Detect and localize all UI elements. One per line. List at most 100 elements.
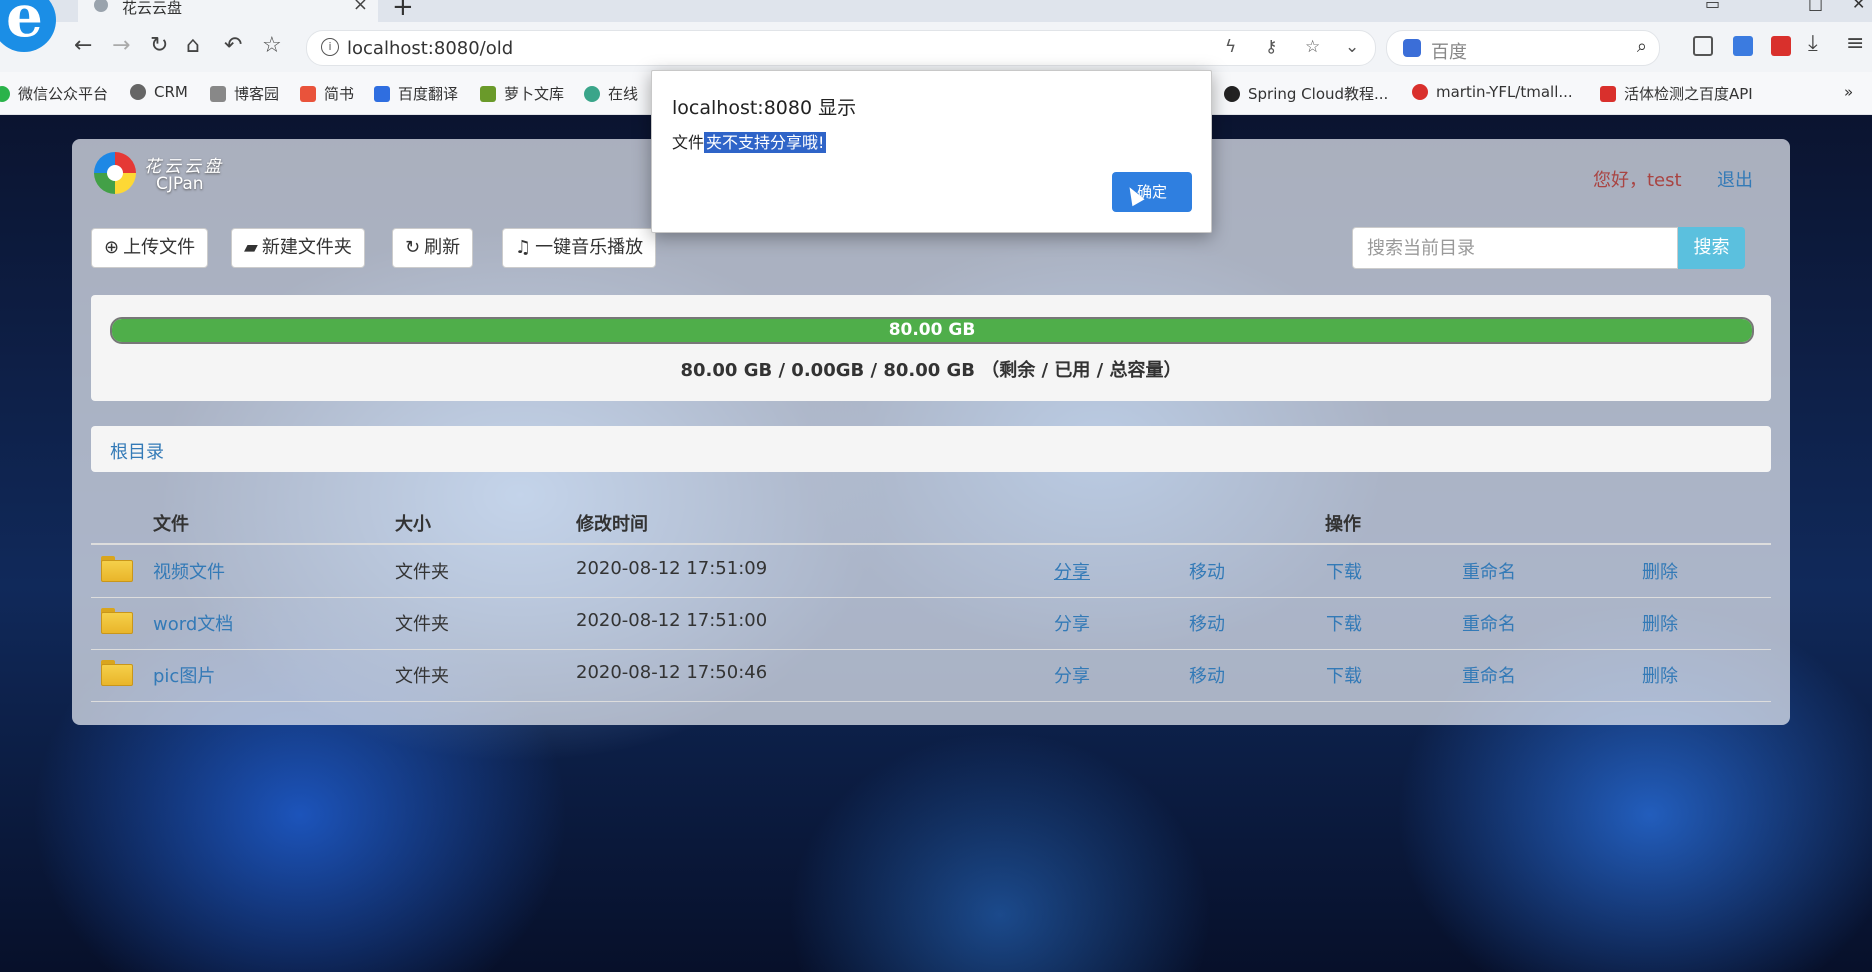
dialog-message-text: 文件: [672, 133, 705, 152]
bookmark-item[interactable]: 萝卜文库: [480, 83, 564, 104]
bookmark-item[interactable]: 微信公众平台: [0, 83, 108, 104]
github-icon: [1224, 86, 1240, 102]
chevron-down-icon[interactable]: ⌄: [1345, 37, 1359, 57]
file-name-link[interactable]: 视频文件: [153, 558, 225, 584]
address-text[interactable]: localhost:8080/old: [347, 38, 513, 59]
lightning-icon[interactable]: ϟ: [1225, 37, 1236, 57]
move-link[interactable]: 移动: [1189, 610, 1225, 636]
delete-link[interactable]: 删除: [1642, 558, 1678, 584]
share-link[interactable]: 分享: [1054, 610, 1090, 636]
move-link[interactable]: 移动: [1189, 662, 1225, 688]
bookmark-item[interactable]: 简书: [300, 83, 354, 104]
column-header-modified: 修改时间: [576, 514, 648, 535]
bookmark-item[interactable]: 博客园: [210, 83, 279, 104]
reload-icon[interactable]: ↻: [150, 32, 168, 60]
bookmark-item[interactable]: Spring Cloud教程...: [1224, 83, 1388, 104]
table-row: word文档 文件夹 2020-08-12 17:51:00 分享 移动 下载 …: [91, 597, 1771, 650]
share-link[interactable]: 分享: [1054, 558, 1090, 584]
site-info-icon[interactable]: i: [321, 38, 339, 56]
qr-code-icon[interactable]: [1693, 36, 1713, 56]
logo-subtitle: CJPan: [156, 174, 204, 194]
home-icon[interactable]: ⌂: [186, 32, 200, 60]
directory-search-input[interactable]: [1352, 227, 1678, 269]
storage-summary: 80.00 GB / 0.00GB / 80.00 GB （剩余 / 已用 / …: [680, 360, 1182, 381]
storage-progress-label: 80.00 GB: [888, 320, 976, 340]
file-modified: 2020-08-12 17:51:09: [576, 558, 768, 579]
delete-link[interactable]: 删除: [1642, 662, 1678, 688]
search-icon[interactable]: ⌕: [1637, 36, 1647, 57]
browser-tab[interactable]: 花云云盘 ×: [78, 0, 378, 22]
breadcrumb-root[interactable]: 根目录: [110, 438, 164, 464]
refresh-button[interactable]: ↻ 刷新: [392, 228, 474, 268]
rename-link[interactable]: 重命名: [1462, 558, 1516, 584]
new-tab-button[interactable]: +: [392, 0, 414, 22]
tab-title: 花云云盘: [122, 0, 183, 17]
undo-icon[interactable]: ↶: [224, 32, 242, 60]
favorite-star-icon[interactable]: ☆: [262, 32, 282, 60]
bookmark-label: 活体检测之百度API: [1624, 85, 1753, 103]
bookmark-item[interactable]: 百度翻译: [374, 83, 458, 104]
tab-bar: 花云云盘 × + ▭ □ ✕: [0, 0, 1872, 22]
storage-quota-panel: [91, 295, 1771, 401]
bookmark-item[interactable]: 在线: [584, 83, 638, 104]
dialog-message-selection: 夹不支持分享哦!: [704, 132, 827, 153]
forward-icon[interactable]: →: [112, 32, 130, 60]
browser-search-box[interactable]: 百度 ⌕: [1386, 30, 1660, 66]
dialog-message: 文件 夹不支持分享哦!: [672, 129, 827, 153]
file-size: 文件夹: [395, 614, 449, 635]
baidu-translate-icon: [374, 86, 390, 102]
rename-link[interactable]: 重命名: [1462, 662, 1516, 688]
storage-progress: 80.00 GB: [110, 317, 1754, 344]
pdf-icon[interactable]: [1771, 36, 1791, 56]
file-size: 文件夹: [395, 562, 449, 583]
folder-icon: [101, 608, 133, 634]
bookmarks-more-icon[interactable]: »: [1844, 83, 1853, 101]
refresh-label: 刷新: [424, 237, 461, 258]
bookmark-star-icon[interactable]: ☆: [1305, 37, 1320, 57]
bookmark-label: 萝卜文库: [504, 85, 565, 103]
file-modified: 2020-08-12 17:50:46: [576, 662, 768, 683]
carrot-icon: [480, 86, 496, 102]
logo-icon: [94, 152, 136, 194]
bookmark-item[interactable]: CRM: [130, 83, 188, 101]
tab-close-icon[interactable]: ×: [353, 0, 368, 15]
table-row: pic图片 文件夹 2020-08-12 17:50:46 分享 移动 下载 重…: [91, 649, 1771, 702]
tab-favicon-icon: [94, 0, 108, 12]
window-close-icon[interactable]: ✕: [1852, 0, 1865, 13]
share-link[interactable]: 分享: [1054, 662, 1090, 688]
window-maximize-icon[interactable]: □: [1808, 0, 1823, 13]
delete-link[interactable]: 删除: [1642, 610, 1678, 636]
breadcrumb: 根目录: [91, 426, 1771, 472]
search-button[interactable]: 搜索: [1678, 227, 1745, 269]
file-name-link[interactable]: word文档: [153, 610, 233, 636]
menu-icon[interactable]: ≡: [1846, 30, 1864, 58]
file-name-link[interactable]: pic图片: [153, 662, 215, 688]
bookmark-item[interactable]: 活体检测之百度API: [1600, 83, 1753, 104]
folder-icon: [101, 556, 133, 582]
back-icon[interactable]: ←: [74, 32, 92, 60]
column-header-actions: 操作: [1325, 514, 1361, 535]
upload-label: 上传文件: [123, 237, 196, 258]
upload-button[interactable]: ⊕ 上传文件: [91, 228, 209, 268]
key-icon[interactable]: ⚷: [1265, 37, 1277, 57]
rename-link[interactable]: 重命名: [1462, 610, 1516, 636]
move-link[interactable]: 移动: [1189, 558, 1225, 584]
translate-icon[interactable]: [1733, 36, 1753, 56]
bookmark-item[interactable]: martin-YFL/tmall...: [1412, 83, 1573, 101]
logout-link[interactable]: 退出: [1717, 166, 1753, 192]
download-link[interactable]: 下载: [1326, 558, 1362, 584]
download-link[interactable]: 下载: [1326, 662, 1362, 688]
window-menu-icon[interactable]: ▭: [1705, 0, 1720, 13]
wechat-icon: [0, 86, 10, 102]
new-folder-button[interactable]: ▰ 新建文件夹: [231, 228, 365, 268]
music-play-button[interactable]: ♫ 一键音乐播放: [502, 228, 657, 268]
bookmark-label: 博客园: [234, 85, 280, 103]
download-link[interactable]: 下载: [1326, 610, 1362, 636]
download-icon[interactable]: ⤓: [1808, 30, 1818, 58]
gear-icon: [584, 86, 600, 102]
file-modified: 2020-08-12 17:51:00: [576, 610, 768, 631]
app-logo: 花云云盘 CJPan: [94, 150, 254, 200]
bookmark-label: 百度翻译: [398, 85, 459, 103]
address-bar[interactable]: i localhost:8080/old ϟ ⚷ ☆ ⌄: [306, 30, 1376, 66]
globe-icon: [130, 84, 146, 100]
